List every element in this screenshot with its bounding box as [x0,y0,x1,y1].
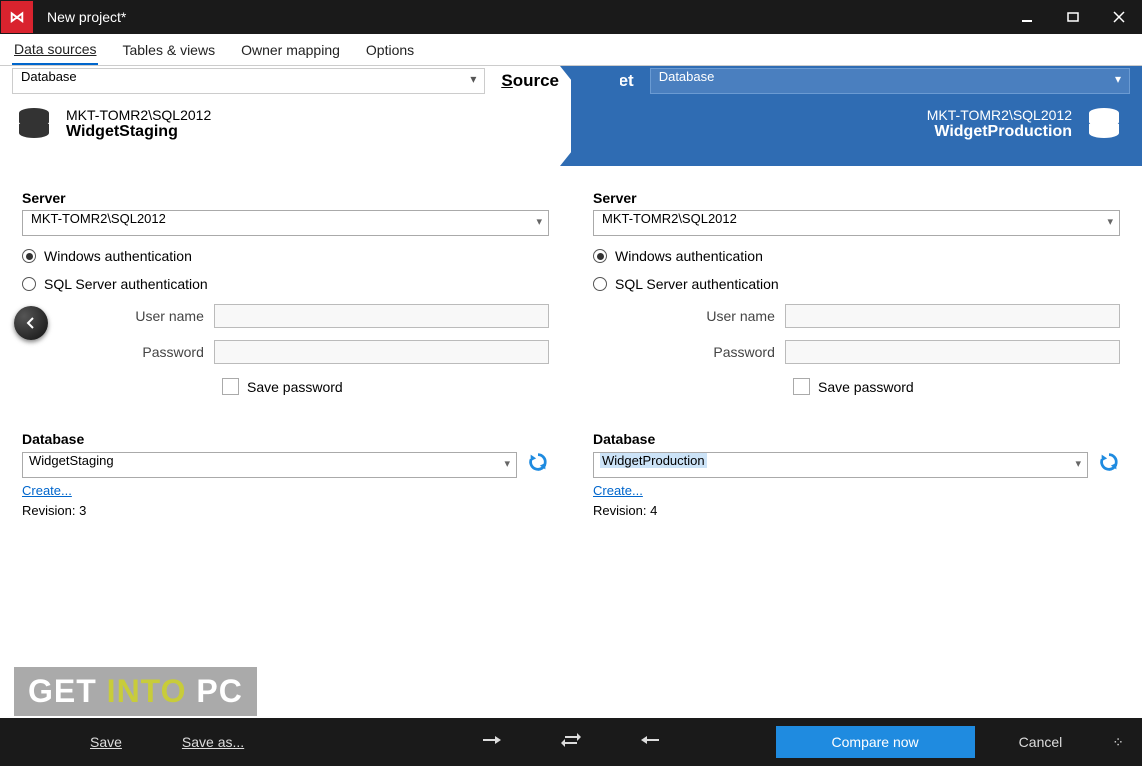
source-password-input[interactable] [214,340,549,364]
minimize-button[interactable] [1004,0,1050,34]
target-save-password-checkbox[interactable] [793,378,810,395]
cancel-button[interactable]: Cancel [983,726,1099,758]
radio-unchecked-icon [22,277,36,291]
compare-now-button[interactable]: Compare now [776,726,975,758]
save-password-label: Save password [818,379,914,395]
source-auth-sql-radio[interactable]: SQL Server authentication [22,276,549,292]
target-revision: Revision: 4 [593,503,1120,518]
source-server-select[interactable]: MKT-TOMR2\SQL2012 [22,210,549,236]
server-label: Server [22,190,549,206]
radio-unchecked-icon [593,277,607,291]
source-auth-windows-radio[interactable]: Windows authentication [22,248,549,264]
arrow-divider-icon [560,66,620,166]
username-label: User name [22,308,214,324]
more-options-button[interactable]: ⁘ [1106,734,1130,751]
tab-options[interactable]: Options [364,36,416,64]
tab-tables-views[interactable]: Tables & views [120,36,217,64]
target-server-name: MKT-TOMR2\SQL2012 [927,107,1072,123]
collapse-panel-button[interactable] [14,306,48,340]
source-type-select[interactable]: Database [12,68,485,94]
radio-checked-icon [22,249,36,263]
database-icon [1084,104,1124,144]
save-as-button[interactable]: Save as... [182,734,244,750]
source-database-select[interactable]: WidgetStaging [22,452,517,478]
target-type-select[interactable]: Database [650,68,1130,94]
target-password-input[interactable] [785,340,1120,364]
database-label: Database [22,431,549,447]
source-create-link[interactable]: Create... [22,483,72,498]
copy-left-button[interactable] [641,732,661,753]
target-database-name: WidgetProduction [927,123,1072,141]
tab-owner-mapping[interactable]: Owner mapping [239,36,342,64]
server-label: Server [593,190,1120,206]
maximize-button[interactable] [1050,0,1096,34]
tab-strip: Data sources Tables & views Owner mappin… [0,34,1142,66]
target-refresh-button[interactable] [1098,451,1120,478]
password-label: Password [22,344,214,360]
bottom-bar: Save Save as... Compare now Cancel ⁘ [0,718,1142,766]
save-button[interactable]: Save [90,734,122,750]
source-column: Server MKT-TOMR2\SQL2012 Windows authent… [0,190,571,650]
source-database-name: WidgetStaging [66,123,211,141]
username-label: User name [593,308,785,324]
source-heading: Source [501,71,559,91]
source-revision: Revision: 3 [22,503,549,518]
titlebar: ⋈ New project* [0,0,1142,34]
target-server-select[interactable]: MKT-TOMR2\SQL2012 [593,210,1120,236]
source-target-header: Database Source MKT-TOMR2\SQL2012 Widget… [0,66,1142,166]
database-icon [14,104,54,144]
target-create-link[interactable]: Create... [593,483,643,498]
copy-right-button[interactable] [481,732,501,753]
target-auth-windows-radio[interactable]: Windows authentication [593,248,1120,264]
target-auth-sql-radio[interactable]: SQL Server authentication [593,276,1120,292]
swap-button[interactable] [561,732,581,753]
close-button[interactable] [1096,0,1142,34]
source-refresh-button[interactable] [527,451,549,478]
source-server-name: MKT-TOMR2\SQL2012 [66,107,211,123]
tab-data-sources[interactable]: Data sources [12,35,98,65]
main-form: Server MKT-TOMR2\SQL2012 Windows authent… [0,166,1142,662]
source-save-password-checkbox[interactable] [222,378,239,395]
radio-checked-icon [593,249,607,263]
target-column: Server MKT-TOMR2\SQL2012 Windows authent… [571,190,1142,650]
source-username-input[interactable] [214,304,549,328]
target-username-input[interactable] [785,304,1120,328]
password-label: Password [593,344,785,360]
watermark-overlay: GET INTO PC [14,667,257,716]
save-password-label: Save password [247,379,343,395]
window-title: New project* [41,9,1004,25]
database-label: Database [593,431,1120,447]
app-logo-icon: ⋈ [1,1,33,33]
target-database-select[interactable]: WidgetProduction [593,452,1088,478]
